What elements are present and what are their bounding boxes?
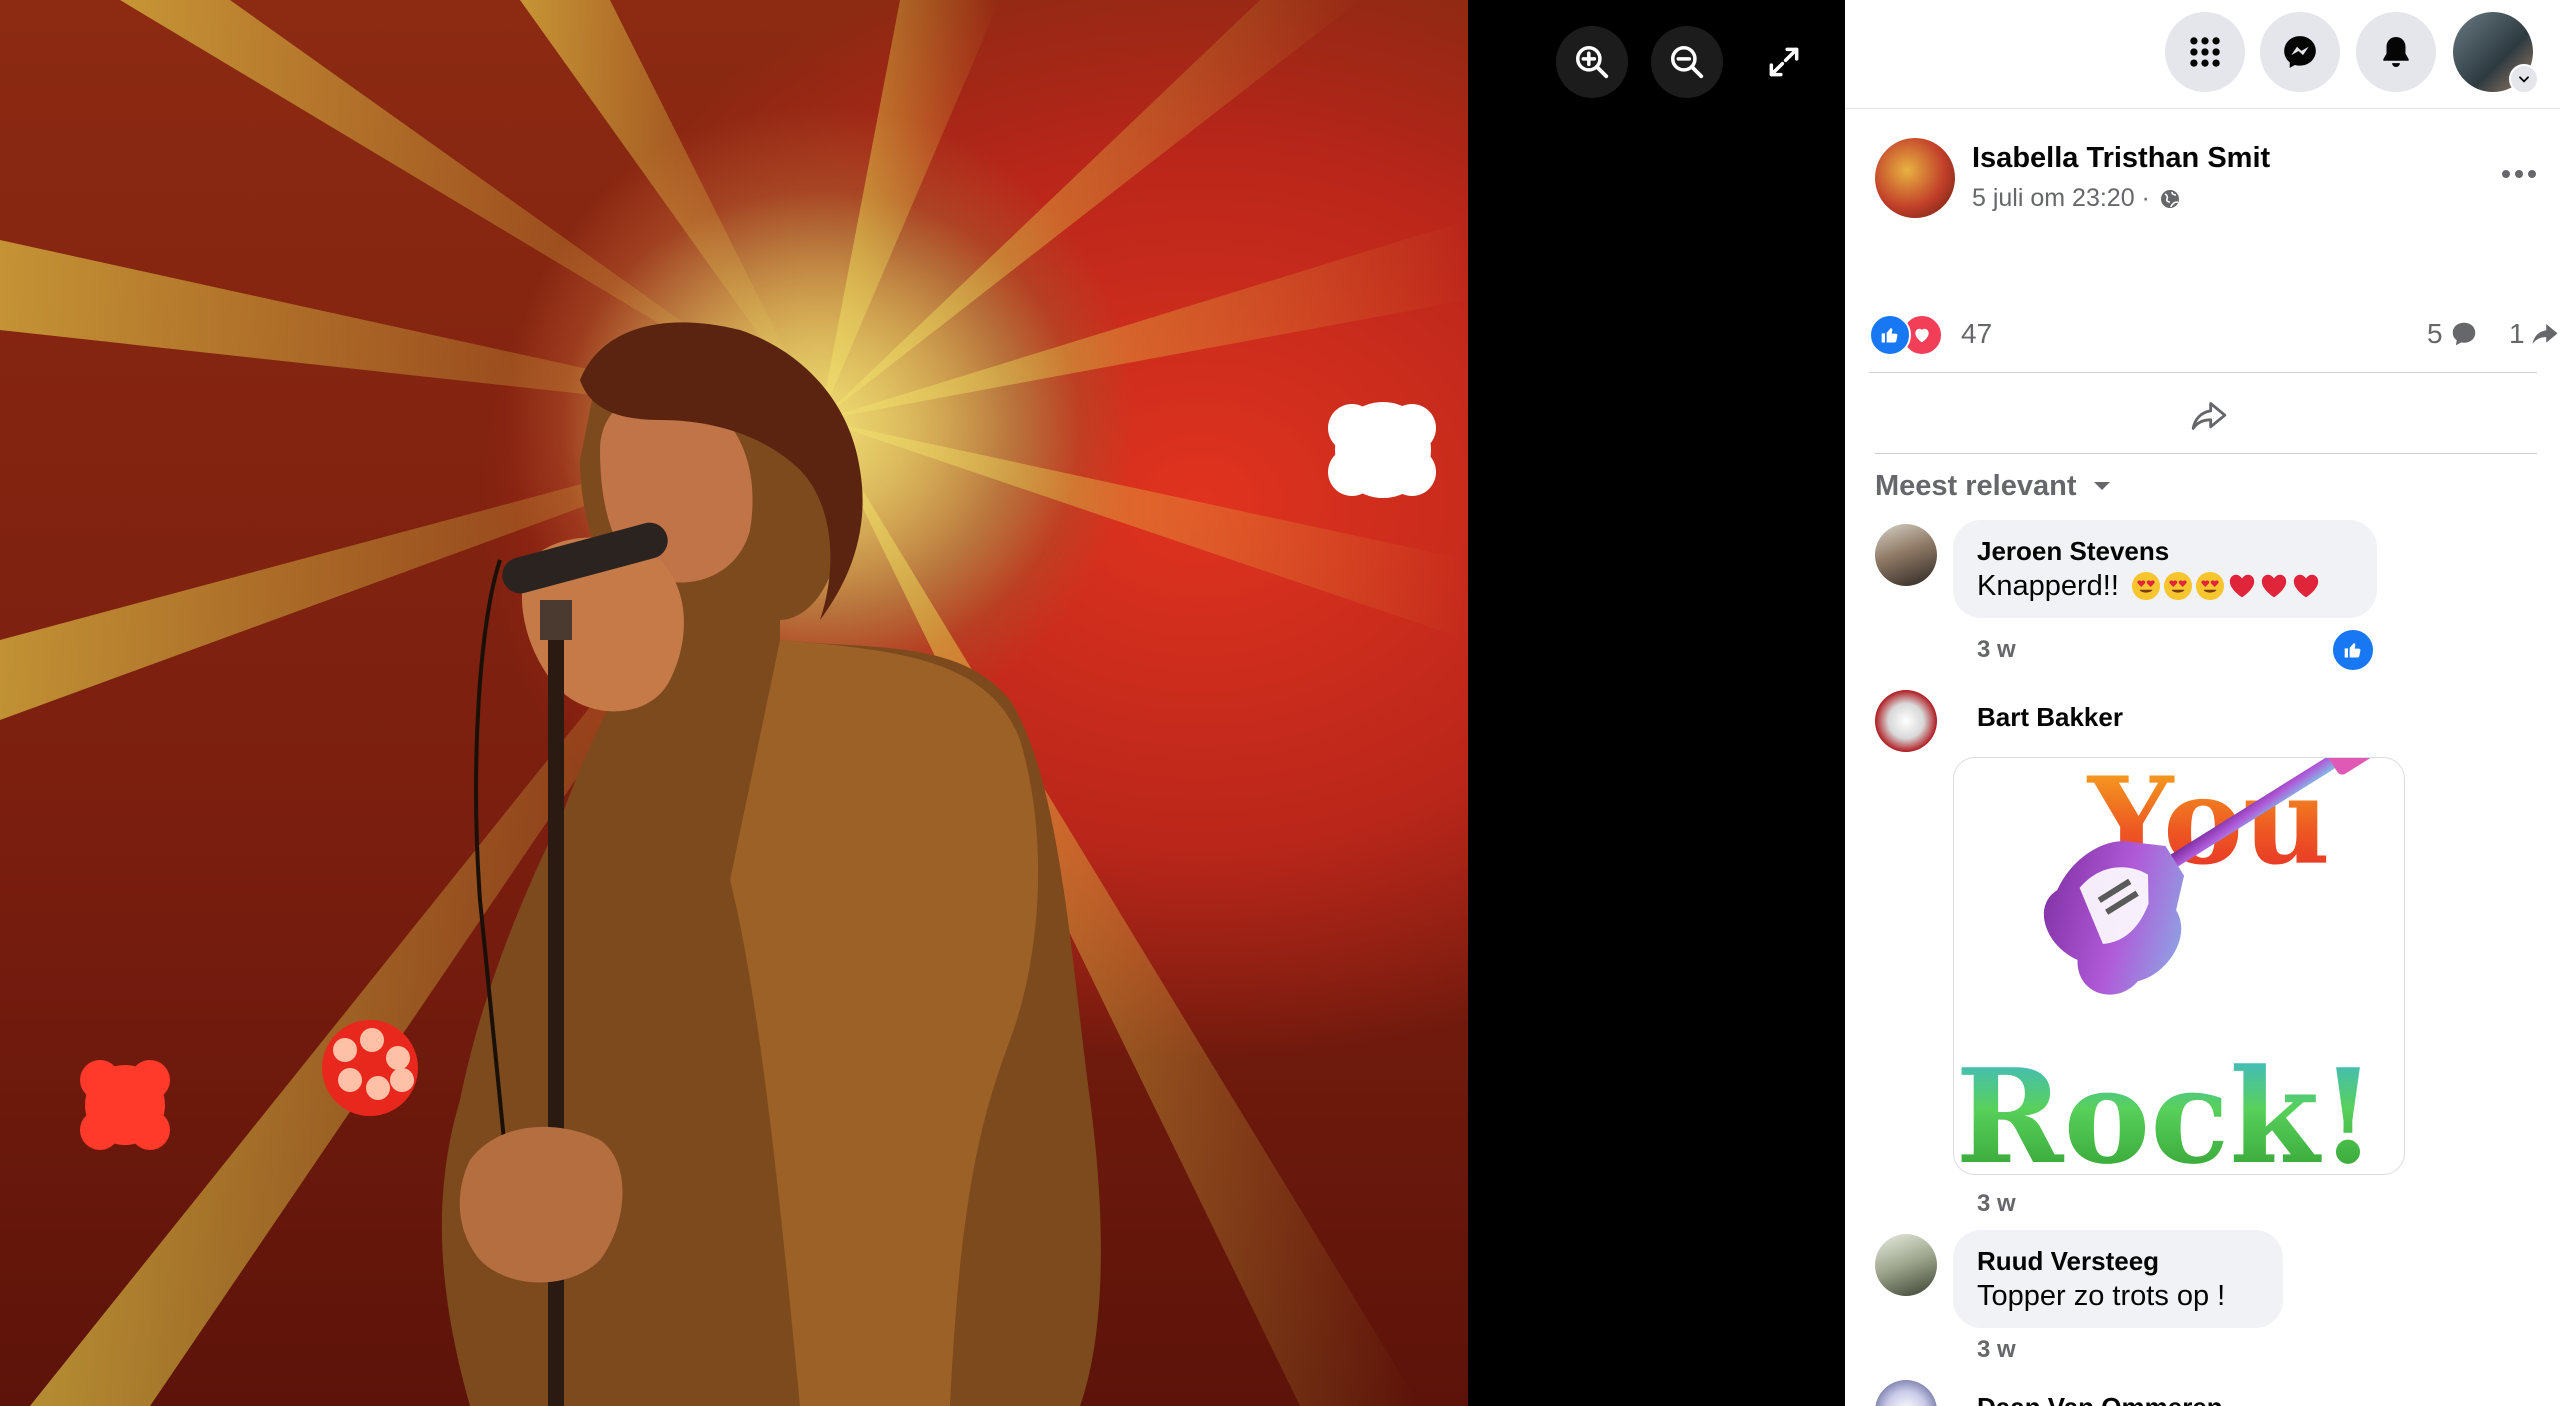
photo-rendering	[0, 0, 1468, 1406]
comment-sort-dropdown[interactable]: Meest relevant	[1875, 466, 2113, 506]
like-reaction-icon[interactable]	[1869, 314, 1911, 356]
commenter-avatar[interactable]	[1875, 524, 1937, 586]
heart-eyes-emoji-icon	[2163, 571, 2192, 601]
concert-photo[interactable]	[0, 0, 1468, 1406]
sort-label: Meest relevant	[1875, 469, 2077, 502]
share-button[interactable]	[2179, 390, 2239, 442]
share-count-value: 1	[2509, 318, 2525, 349]
messenger-button[interactable]	[2260, 12, 2340, 92]
red-heart-emoji-icon	[2229, 574, 2255, 598]
comment-bubble: Ruud Versteeg Topper zo trots op !	[1953, 1230, 2283, 1328]
photo-viewer	[0, 0, 1845, 1406]
commenter-name[interactable]: Bart Bakker	[1977, 700, 2123, 734]
comment-bubble-icon	[2452, 322, 2475, 346]
comment-text: Knapperd!!	[1977, 568, 2353, 604]
messenger-icon	[2284, 36, 2316, 68]
chevron-down-icon	[2519, 76, 2529, 83]
commenter-name[interactable]: Daan Van Ommeren	[1977, 1390, 2223, 1406]
expand-icon	[1769, 47, 1799, 77]
ellipsis-icon	[2502, 170, 2536, 178]
commenter-avatar[interactable]	[1875, 1380, 1937, 1406]
reactions-summary: 47 5 1	[1869, 310, 2558, 360]
heart-eyes-emoji-icon	[2195, 571, 2224, 601]
zoom-out-button[interactable]	[1651, 26, 1723, 98]
globe-icon	[2160, 189, 2179, 208]
top-navigation	[1845, 0, 2560, 109]
post-timestamp: 5 juli om 23:20 ·	[1972, 184, 2182, 213]
commenter-name[interactable]: Ruud Versteeg	[1977, 1244, 2259, 1278]
more-options-button[interactable]	[2495, 154, 2543, 194]
zoom-in-button[interactable]	[1556, 26, 1628, 98]
share-arrow-icon	[2532, 324, 2558, 344]
post-time-text[interactable]: 5 juli om 23:20 ·	[1972, 184, 2150, 213]
commenter-avatar[interactable]	[1875, 1234, 1937, 1296]
share-count[interactable]: 1	[2509, 318, 2560, 350]
comment-like-reaction[interactable]	[2331, 628, 2375, 672]
gif-text-rock: Rock!	[1955, 1040, 2376, 1174]
bell-icon	[2383, 36, 2409, 68]
notifications-button[interactable]	[2356, 12, 2436, 92]
account-menu-button[interactable]	[2509, 64, 2539, 94]
author-avatar[interactable]	[1875, 138, 1955, 218]
menu-button[interactable]	[2165, 12, 2245, 92]
reaction-count[interactable]: 47	[1961, 318, 1992, 350]
zoom-in-icon	[1576, 46, 1609, 79]
red-heart-emoji-icon	[2261, 574, 2287, 598]
stage-light-white	[1328, 402, 1436, 498]
gif-attachment[interactable]: You Rock!	[1953, 757, 2405, 1175]
comment-bubble: Jeroen Stevens Knapperd!!	[1953, 520, 2377, 618]
share-icon	[2191, 402, 2227, 430]
grid-menu-icon	[2190, 37, 2220, 67]
divider	[1869, 372, 2537, 373]
caret-down-icon	[2093, 482, 2110, 490]
comment-time[interactable]: 3 w	[1977, 1336, 2016, 1364]
comment-count[interactable]: 5	[2427, 318, 2479, 350]
post-sidebar: Isabella Tristhan Smit 5 juli om 23:20 ·…	[1845, 0, 2560, 1406]
you-rock-gif: You Rock!	[1955, 758, 2377, 1174]
comment-time[interactable]: 3 w	[1977, 1190, 2016, 1218]
post-header: Isabella Tristhan Smit 5 juli om 23:20 ·	[1875, 138, 2536, 228]
zoom-out-icon	[1671, 46, 1704, 79]
divider	[1875, 453, 2537, 454]
comment-text: Topper zo trots op !	[1977, 1280, 2226, 1312]
comment-count-value: 5	[2427, 318, 2443, 349]
author-name[interactable]: Isabella Tristhan Smit	[1972, 142, 2270, 175]
commenter-name[interactable]: Jeroen Stevens	[1977, 534, 2353, 568]
red-heart-emoji-icon	[2293, 574, 2319, 598]
heart-eyes-emoji-icon	[2131, 571, 2160, 601]
fullscreen-button[interactable]	[1748, 26, 1820, 98]
thumbs-up-icon	[2344, 643, 2361, 658]
comment-time[interactable]: 3 w	[1977, 636, 2016, 664]
thumbs-up-icon	[1881, 328, 1898, 343]
heart-icon	[1915, 328, 1929, 343]
commenter-avatar[interactable]	[1875, 690, 1937, 752]
comment-text-content: Knapperd!!	[1977, 570, 2119, 602]
